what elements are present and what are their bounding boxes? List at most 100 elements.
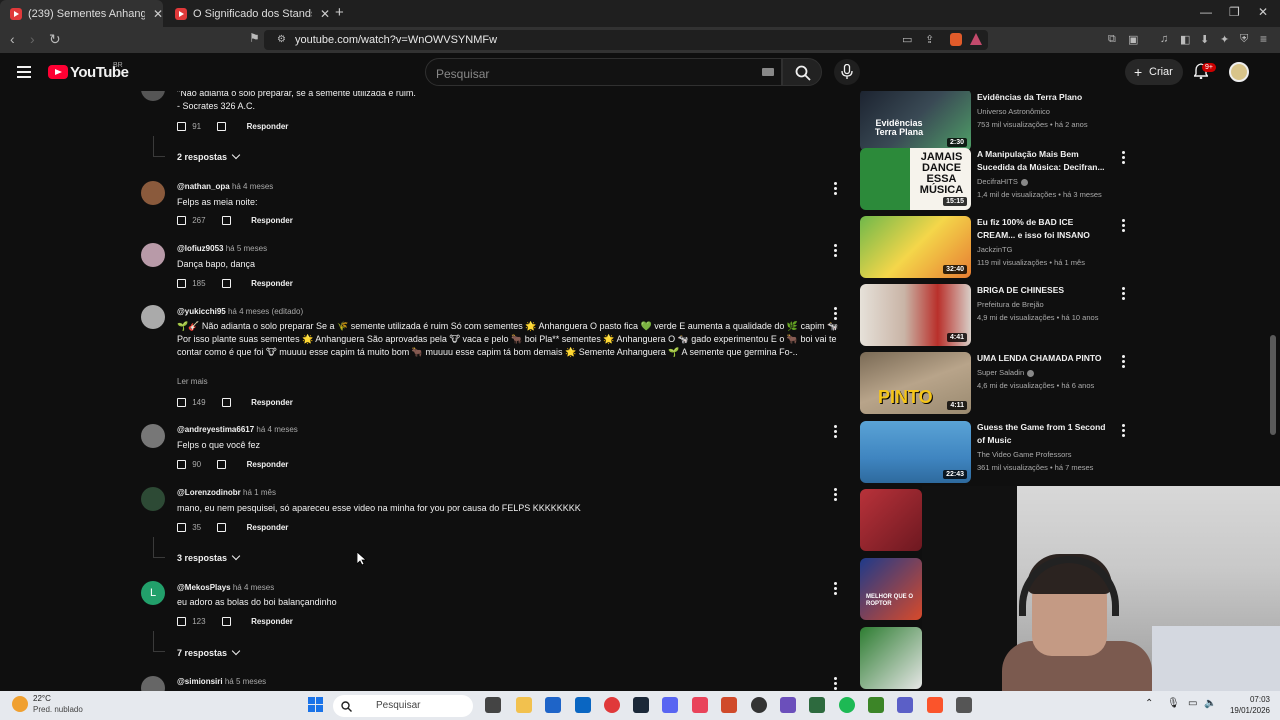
account-avatar[interactable] xyxy=(1229,62,1249,82)
spotify-icon[interactable] xyxy=(839,697,855,713)
file-explorer-icon[interactable] xyxy=(516,697,532,713)
like-icon[interactable] xyxy=(177,398,186,408)
comment-more-icon[interactable] xyxy=(834,488,837,503)
microphone-icon[interactable]: 🎙 xyxy=(1167,698,1180,709)
video-title[interactable]: Evidências da Terra Plano xyxy=(977,91,1112,104)
dislike-icon[interactable] xyxy=(221,617,231,627)
task-view-icon[interactable] xyxy=(485,697,501,713)
related-video[interactable]: 32:40 Eu fiz 100% de BAD ICE CREAM... e … xyxy=(860,216,1140,278)
youtube-logo-icon[interactable] xyxy=(48,65,68,79)
comment-avatar[interactable] xyxy=(141,305,165,329)
reply-button[interactable]: Responder xyxy=(251,398,293,407)
reply-button[interactable]: Responder xyxy=(251,279,293,288)
video-thumbnail[interactable]: 32:40 xyxy=(860,216,971,278)
comment-more-icon[interactable] xyxy=(834,244,837,259)
url-field[interactable]: youtube.com/watch?v=WnOWVSYNMFw xyxy=(264,30,988,50)
obs-icon[interactable] xyxy=(751,697,767,713)
dislike-icon[interactable] xyxy=(221,216,231,226)
show-replies-button[interactable]: 2 respostas xyxy=(177,150,241,162)
related-video[interactable]: 22:43 Guess the Game from 1 Second of Mu… xyxy=(860,421,1140,483)
steam-icon[interactable] xyxy=(633,697,649,713)
page-scrollbar[interactable] xyxy=(1270,335,1276,435)
read-more-link[interactable]: Ler mais xyxy=(177,377,208,386)
dislike-icon[interactable] xyxy=(221,279,231,289)
video-title[interactable]: BRIGA DE CHINESES xyxy=(977,284,1112,297)
brave-shield-icon[interactable] xyxy=(950,33,962,46)
video-thumbnail[interactable]: MELHOR QUE O ROPTOR xyxy=(860,558,922,620)
minimize-icon[interactable]: — xyxy=(1200,5,1212,19)
video-thumbnail[interactable] xyxy=(860,627,922,689)
comment-more-icon[interactable] xyxy=(834,307,837,322)
video-title[interactable]: Eu fiz 100% de BAD ICE CREAM... e isso f… xyxy=(977,216,1112,242)
like-icon[interactable] xyxy=(177,216,186,226)
comment-avatar[interactable] xyxy=(141,181,165,205)
forward-icon[interactable]: › xyxy=(30,31,35,47)
comment-avatar[interactable] xyxy=(141,243,165,267)
close-tab-icon[interactable]: ✕ xyxy=(320,7,330,21)
site-info-icon[interactable]: ⚙ xyxy=(277,34,286,45)
leo-icon[interactable]: ✦ xyxy=(1220,33,1229,46)
video-title[interactable]: Guess the Game from 1 Second of Music xyxy=(977,421,1112,447)
tray-chevron-icon[interactable]: ⌃ xyxy=(1145,698,1153,709)
channel-name[interactable]: Prefeitura de Brejão xyxy=(977,300,1044,309)
video-more-icon[interactable] xyxy=(1122,424,1125,439)
video-thumbnail[interactable]: 22:43 xyxy=(860,421,971,483)
downloads-icon[interactable]: ⬇ xyxy=(1200,33,1209,46)
media-icon[interactable]: ♫ xyxy=(1160,33,1168,45)
hamburger-menu-icon[interactable] xyxy=(17,66,31,81)
comment-more-icon[interactable] xyxy=(834,182,837,197)
app-icon[interactable] xyxy=(809,697,825,713)
reply-button[interactable]: Responder xyxy=(247,460,289,469)
restore-icon[interactable]: ❐ xyxy=(1229,5,1240,19)
weather-icon[interactable] xyxy=(12,696,28,712)
browser-tab-active[interactable]: (239) Sementes Anhanguera - Cr ✕ xyxy=(0,0,163,27)
volume-icon[interactable]: 🔈 xyxy=(1204,698,1216,709)
like-icon[interactable] xyxy=(177,279,186,289)
bookmark-icon[interactable]: ⚑ xyxy=(249,31,260,45)
search-input[interactable]: Pesquisar xyxy=(425,58,782,86)
video-more-icon[interactable] xyxy=(1122,355,1125,370)
minecraft-icon[interactable] xyxy=(868,697,884,713)
reply-button[interactable]: Responder xyxy=(247,523,289,532)
reply-button[interactable]: Responder xyxy=(247,122,289,131)
app-icon[interactable] xyxy=(956,697,972,713)
video-thumbnail[interactable]: JAMAIS DANCE ESSA MÚSICA 15:15 xyxy=(860,148,971,210)
related-video[interactable]: 4:41 BRIGA DE CHINESES Prefeitura de Bre… xyxy=(860,284,1140,346)
dislike-icon[interactable] xyxy=(217,523,227,533)
show-replies-button[interactable]: 7 respostas xyxy=(177,646,241,658)
app-icon[interactable] xyxy=(545,697,561,713)
windows-start-icon[interactable] xyxy=(308,697,324,713)
video-more-icon[interactable] xyxy=(1122,219,1125,234)
keyboard-icon[interactable] xyxy=(762,68,774,76)
comment-avatar[interactable]: L xyxy=(141,581,165,605)
like-icon[interactable] xyxy=(177,122,186,132)
comment-avatar[interactable] xyxy=(141,91,165,101)
video-title[interactable]: A Manipulação Mais Bem Sucedida da Músic… xyxy=(977,148,1112,174)
app-icon[interactable] xyxy=(692,697,708,713)
app-icon[interactable] xyxy=(780,697,796,713)
comment-more-icon[interactable] xyxy=(834,425,837,440)
back-icon[interactable]: ‹ xyxy=(10,31,15,47)
comment-more-icon[interactable] xyxy=(834,582,837,597)
comment-avatar[interactable] xyxy=(141,487,165,511)
weather-widget[interactable]: 22°C Pred. nublado xyxy=(33,693,83,715)
browser-tab[interactable]: O Significado dos Stands dos Vilões ✕ xyxy=(165,0,330,27)
extensions-icon[interactable]: ⧉ xyxy=(1108,33,1116,46)
reply-button[interactable]: Responder xyxy=(251,216,293,225)
taskbar-clock[interactable]: 07:03 19/01/2026 xyxy=(1222,694,1270,716)
related-video[interactable]: PINTO 4:11 UMA LENDA CHAMADA PINTO Super… xyxy=(860,352,1140,414)
related-video[interactable]: JAMAIS DANCE ESSA MÚSICA 15:15 A Manipul… xyxy=(860,148,1140,210)
channel-name[interactable]: DecifraHITS xyxy=(977,177,1028,186)
video-more-icon[interactable] xyxy=(1122,151,1125,166)
discord-icon[interactable] xyxy=(662,697,678,713)
reply-button[interactable]: Responder xyxy=(251,617,293,626)
share-icon[interactable]: ⇪ xyxy=(925,33,934,46)
dislike-icon[interactable] xyxy=(217,460,227,470)
opera-icon[interactable] xyxy=(604,697,620,713)
video-title[interactable]: UMA LENDA CHAMADA PINTO xyxy=(977,352,1112,365)
dislike-icon[interactable] xyxy=(217,122,227,132)
video-thumbnail[interactable]: 4:41 xyxy=(860,284,971,346)
channel-name[interactable]: Super Saladin xyxy=(977,368,1035,377)
voice-search-button[interactable] xyxy=(834,59,860,85)
app-icon[interactable] xyxy=(721,697,737,713)
